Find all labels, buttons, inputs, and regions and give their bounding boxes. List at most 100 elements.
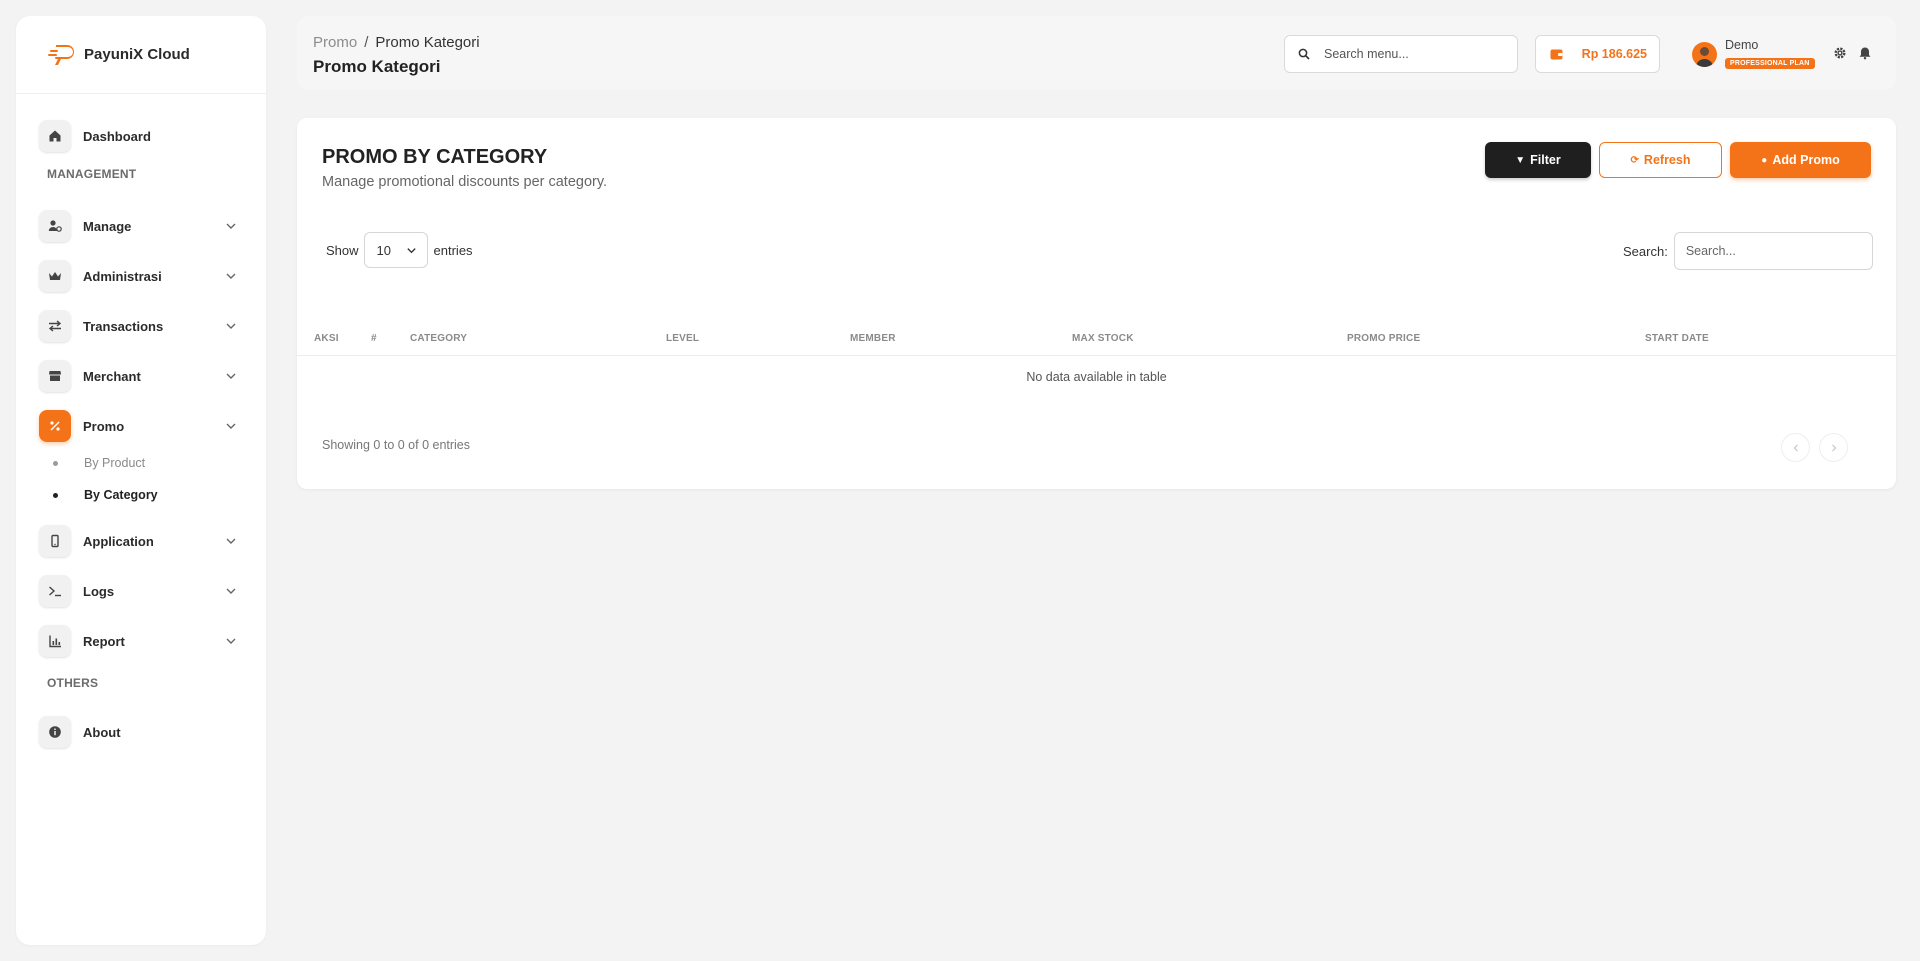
- page-length-select[interactable]: 10: [363, 232, 428, 268]
- sidebar-item-merchant[interactable]: Merchant: [39, 358, 249, 394]
- user-menu[interactable]: Demo PROFESSIONAL PLAN: [1692, 38, 1815, 70]
- filter-button-label: Filter: [1530, 153, 1561, 167]
- sidebar-item-label: Report: [83, 633, 125, 649]
- sidebar-item-dashboard[interactable]: Dashboard: [39, 118, 249, 154]
- sidebar-item-label: Logs: [83, 583, 115, 599]
- sidebar-subitem-label: By Product: [84, 456, 146, 470]
- store-icon: [39, 360, 71, 392]
- section-title-others: OTHERS: [47, 676, 99, 690]
- chevron-down-icon: [226, 588, 236, 594]
- user-gear-icon: [39, 210, 71, 242]
- page-length-value: 10: [376, 242, 391, 258]
- sidebar-item-about[interactable]: About: [39, 714, 249, 750]
- wallet-icon: [1550, 49, 1563, 60]
- sidebar-subitem-by-product[interactable]: By Product: [53, 456, 145, 470]
- breadcrumb: Promo / Promo Kategori: [313, 34, 480, 51]
- table-search-label: Search:: [1623, 243, 1668, 259]
- crown-icon: [39, 260, 71, 292]
- column-header-index[interactable]: #: [371, 333, 377, 344]
- chevron-down-icon: [226, 373, 236, 379]
- sidebar-item-label: Application: [83, 533, 154, 549]
- search-menu: [1284, 35, 1518, 73]
- column-header-aksi[interactable]: AKSI: [314, 333, 339, 344]
- column-header-member[interactable]: MEMBER: [850, 333, 896, 344]
- plus-circle-icon: ●: [1761, 154, 1768, 166]
- sidebar-subitem-label: By Category: [84, 488, 158, 502]
- breadcrumb-parent[interactable]: Promo: [313, 34, 357, 51]
- filter-icon: ▼: [1515, 154, 1526, 166]
- column-header-level[interactable]: LEVEL: [666, 333, 699, 344]
- sidebar-item-promo[interactable]: Promo: [39, 408, 249, 444]
- sidebar-item-transactions[interactable]: Transactions: [39, 308, 249, 344]
- sidebar-item-administrasi[interactable]: Administrasi: [39, 258, 249, 294]
- refresh-icon: ⟳: [1630, 154, 1639, 166]
- sidebar-item-manage[interactable]: Manage: [39, 208, 249, 244]
- column-header-start-date[interactable]: START DATE: [1645, 333, 1709, 344]
- sidebar-item-label: Administrasi: [83, 268, 162, 284]
- chevron-down-icon: [226, 538, 236, 544]
- refresh-button-label: Refresh: [1643, 153, 1691, 167]
- sidebar-item-label: Dashboard: [83, 128, 151, 144]
- mobile-icon: [39, 525, 71, 557]
- breadcrumb-current: Promo Kategori: [375, 34, 480, 51]
- next-page-button[interactable]: [1819, 433, 1848, 462]
- chevron-down-icon: [226, 273, 236, 279]
- sidebar-item-label: Transactions: [83, 318, 164, 334]
- wallet-balance[interactable]: Rp 186.625: [1535, 35, 1660, 73]
- add-promo-button[interactable]: ● Add Promo: [1730, 142, 1871, 178]
- sidebar-item-logs[interactable]: Logs: [39, 573, 249, 609]
- card-title: PROMO BY CATEGORY: [322, 146, 548, 168]
- table-header: AKSI # CATEGORY LEVEL MEMBER MAX STOCK P…: [297, 318, 1896, 356]
- card-subtitle: Manage promotional discounts per categor…: [322, 174, 608, 190]
- user-name: Demo: [1725, 38, 1759, 52]
- brand-logo-icon: [48, 44, 74, 65]
- chevron-down-icon: [226, 223, 236, 229]
- terminal-icon: [39, 575, 71, 607]
- sidebar-item-label: About: [83, 724, 121, 740]
- bullet-dot: [53, 460, 58, 466]
- bell-icon[interactable]: [1858, 46, 1872, 60]
- user-meta: Demo PROFESSIONAL PLAN: [1725, 38, 1815, 70]
- column-header-promo-price[interactable]: PROMO PRICE: [1347, 333, 1420, 344]
- arrows-exchange-icon: [39, 310, 71, 342]
- filter-button[interactable]: ▼ Filter: [1485, 142, 1591, 178]
- table-search-input[interactable]: [1673, 232, 1873, 270]
- refresh-button[interactable]: ⟳ Refresh: [1599, 142, 1722, 178]
- bullet-dot: [53, 492, 58, 498]
- table-info: Showing 0 to 0 of 0 entries: [322, 438, 471, 452]
- chevron-down-icon: [226, 323, 236, 329]
- search-icon: [1298, 48, 1310, 60]
- sidebar-subitem-by-category[interactable]: By Category: [53, 488, 158, 502]
- chevron-down-icon: [406, 247, 416, 253]
- promo-category-card: PROMO BY CATEGORY Manage promotional dis…: [297, 118, 1896, 489]
- breadcrumb-separator: /: [364, 34, 369, 51]
- sidebar-item-application[interactable]: Application: [39, 523, 249, 559]
- promo-table: AKSI # CATEGORY LEVEL MEMBER MAX STOCK P…: [297, 318, 1896, 396]
- show-label: Show: [326, 242, 359, 258]
- percent-icon: [39, 410, 71, 442]
- chevron-down-icon: [226, 423, 236, 429]
- add-promo-button-label: Add Promo: [1772, 153, 1840, 167]
- avatar: [1692, 41, 1717, 67]
- column-header-category[interactable]: CATEGORY: [410, 333, 467, 344]
- sidebar-item-label: Promo: [83, 418, 125, 434]
- chevron-left-icon: [1793, 444, 1798, 451]
- page-length-control: Show 10 entries: [326, 232, 473, 268]
- balance-amount: Rp 186.625: [1581, 47, 1647, 61]
- section-title-management: MANAGEMENT: [47, 167, 137, 181]
- sidebar-item-label: Manage: [83, 218, 132, 234]
- gear-icon[interactable]: [1833, 46, 1847, 60]
- plan-badge: PROFESSIONAL PLAN: [1725, 58, 1815, 69]
- table-empty-row: No data available in table: [1026, 370, 1167, 384]
- column-header-max-stock[interactable]: MAX STOCK: [1072, 333, 1134, 344]
- brand[interactable]: PayuniX Cloud: [16, 16, 266, 94]
- search-menu-input[interactable]: [1324, 47, 1494, 61]
- page-title: Promo Kategori: [313, 57, 441, 76]
- info-icon: [39, 716, 71, 748]
- topbar: Promo / Promo Kategori Promo Kategori Rp 1…: [297, 16, 1896, 90]
- previous-page-button[interactable]: [1781, 433, 1810, 462]
- home-icon: [39, 120, 71, 152]
- chart-icon: [39, 625, 71, 657]
- sidebar-item-report[interactable]: Report: [39, 623, 249, 659]
- table-search: Search:: [1623, 232, 1873, 270]
